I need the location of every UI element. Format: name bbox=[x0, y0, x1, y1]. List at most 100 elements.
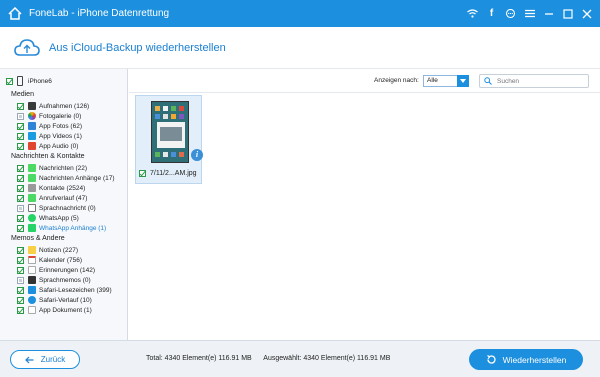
app-photos-icon bbox=[28, 122, 36, 130]
app-audio-icon bbox=[28, 142, 36, 150]
device-checkbox[interactable] bbox=[6, 77, 13, 85]
sidebar-item-safari-verlauf[interactable]: Safari-Verlauf (10) bbox=[0, 295, 127, 305]
group-label-media: Medien bbox=[11, 91, 34, 98]
sidebar-item-whatsapp-anhaenge[interactable]: WhatsApp Anhänge (1) bbox=[0, 223, 127, 233]
file-checkbox[interactable] bbox=[139, 170, 146, 177]
restore-button-label: Wiederherstellen bbox=[502, 354, 567, 365]
chat-icon[interactable] bbox=[503, 6, 518, 21]
checkbox[interactable] bbox=[17, 214, 24, 222]
document-icon bbox=[28, 306, 36, 314]
camera-roll-icon bbox=[28, 102, 36, 110]
restore-button[interactable]: Wiederherstellen bbox=[469, 349, 583, 370]
reminders-icon bbox=[28, 266, 36, 274]
sidebar-item-nachrichten-anhaenge[interactable]: Nachrichten Anhänge (17) bbox=[0, 173, 127, 183]
search-box[interactable] bbox=[479, 74, 589, 88]
back-button-label: Zurück bbox=[40, 355, 66, 364]
total-count: Total: 4340 Element(e) 116.91 MB bbox=[146, 355, 252, 362]
checkbox[interactable] bbox=[17, 246, 24, 254]
app-videos-icon bbox=[28, 132, 36, 140]
checkbox[interactable] bbox=[17, 276, 24, 284]
page-title: Aus iCloud-Backup wiederherstellen bbox=[49, 41, 226, 54]
cloud-icon bbox=[14, 38, 40, 56]
file-name-row: 7/11/2...AM.jpg bbox=[139, 170, 197, 177]
close-icon[interactable] bbox=[579, 6, 594, 21]
sidebar-item-app-dokument[interactable]: App Dokument (1) bbox=[0, 305, 127, 315]
sidebar-item-sprachmemos[interactable]: Sprachmemos (0) bbox=[0, 275, 127, 285]
device-name: iPhone6 bbox=[28, 77, 52, 85]
sidebar-item-aufnahmen[interactable]: Aufnahmen (126) bbox=[0, 101, 127, 111]
checkbox[interactable] bbox=[17, 122, 24, 130]
filter-label: Anzeigen nach: bbox=[374, 77, 419, 84]
checkbox[interactable] bbox=[17, 204, 24, 212]
app-title: FoneLab - iPhone Datenrettung bbox=[29, 8, 170, 19]
menu-icon[interactable] bbox=[522, 6, 537, 21]
sidebar-item-app-audio[interactable]: App Audio (0) bbox=[0, 141, 127, 151]
sidebar-item-erinnerungen[interactable]: Erinnerungen (142) bbox=[0, 265, 127, 275]
checkbox[interactable] bbox=[17, 164, 24, 172]
chevron-down-icon[interactable] bbox=[457, 75, 469, 87]
checkbox[interactable] bbox=[17, 306, 24, 314]
title-bar: FoneLab - iPhone Datenrettung f bbox=[0, 0, 600, 27]
group-label-memos: Memos & Andere bbox=[11, 235, 65, 242]
checkbox[interactable] bbox=[17, 132, 24, 140]
contacts-icon bbox=[28, 184, 36, 192]
calendar-icon bbox=[28, 256, 36, 264]
checkbox[interactable] bbox=[17, 296, 24, 304]
category-sidebar: iPhone6 Medien Aufnahmen (126) Fotogaler… bbox=[0, 69, 128, 340]
sidebar-item-whatsapp[interactable]: WhatsApp (5) bbox=[0, 213, 127, 223]
group-label-messages: Nachrichten & Kontakte bbox=[11, 153, 85, 160]
file-name: 7/11/2...AM.jpg bbox=[150, 170, 197, 177]
checkbox[interactable] bbox=[17, 224, 24, 232]
arrow-left-icon bbox=[24, 356, 34, 363]
iphone-icon bbox=[17, 76, 23, 86]
messages-icon bbox=[28, 164, 36, 172]
filter-bar: Anzeigen nach: Alle bbox=[129, 69, 600, 93]
info-icon[interactable]: i bbox=[191, 149, 203, 161]
selected-count: Ausgewählt: 4340 Element(e) 116.91 MB bbox=[263, 355, 391, 362]
checkbox[interactable] bbox=[17, 194, 24, 202]
sidebar-item-app-fotos[interactable]: App Fotos (62) bbox=[0, 121, 127, 131]
sidebar-item-kontakte[interactable]: Kontakte (2524) bbox=[0, 183, 127, 193]
file-view: Anzeigen nach: Alle i 7/11/2...AM.jpg bbox=[129, 69, 600, 340]
sidebar-item-notizen[interactable]: Notizen (227) bbox=[0, 245, 127, 255]
page-header: Aus iCloud-Backup wiederherstellen bbox=[0, 27, 600, 69]
whatsapp-icon bbox=[28, 214, 36, 222]
notes-icon bbox=[28, 246, 36, 254]
search-input[interactable] bbox=[497, 76, 585, 86]
whatsapp-attachments-icon bbox=[28, 224, 36, 232]
checkbox[interactable] bbox=[17, 266, 24, 274]
sidebar-item-sprachnachricht[interactable]: Sprachnachricht (0) bbox=[0, 203, 127, 213]
checkbox[interactable] bbox=[17, 286, 24, 294]
phone-icon bbox=[28, 194, 36, 202]
sidebar-item-fotogalerie[interactable]: Fotogalerie (0) bbox=[0, 111, 127, 121]
checkbox[interactable] bbox=[17, 174, 24, 182]
footer-bar: Zurück Total: 4340 Element(e) 116.91 MB … bbox=[0, 340, 600, 377]
home-icon[interactable] bbox=[5, 4, 25, 24]
sidebar-item-nachrichten[interactable]: Nachrichten (22) bbox=[0, 163, 127, 173]
sidebar-item-safari-lesezeichen[interactable]: Safari-Lesezeichen (399) bbox=[0, 285, 127, 295]
safari-bookmarks-icon bbox=[28, 286, 36, 294]
safari-history-icon bbox=[28, 296, 36, 304]
maximize-icon[interactable] bbox=[560, 6, 575, 21]
wifi-icon[interactable] bbox=[465, 6, 480, 21]
device-row[interactable]: iPhone6 bbox=[0, 73, 127, 89]
sidebar-item-kalender[interactable]: Kalender (756) bbox=[0, 255, 127, 265]
checkbox[interactable] bbox=[17, 184, 24, 192]
photos-icon bbox=[28, 112, 36, 120]
message-attachments-icon bbox=[28, 174, 36, 182]
back-button[interactable]: Zurück bbox=[10, 350, 80, 369]
minimize-icon[interactable] bbox=[541, 6, 556, 21]
search-icon bbox=[484, 77, 492, 85]
checkbox[interactable] bbox=[17, 256, 24, 264]
restore-icon bbox=[486, 355, 496, 364]
filter-select[interactable]: Alle bbox=[423, 75, 469, 87]
file-thumbnail[interactable]: i 7/11/2...AM.jpg bbox=[135, 95, 203, 184]
sidebar-item-anrufverlauf[interactable]: Anrufverlauf (47) bbox=[0, 193, 127, 203]
checkbox[interactable] bbox=[17, 112, 24, 120]
checkbox[interactable] bbox=[17, 102, 24, 110]
sidebar-item-app-videos[interactable]: App Videos (1) bbox=[0, 131, 127, 141]
checkbox[interactable] bbox=[17, 142, 24, 150]
status-text: Total: 4340 Element(e) 116.91 MB Ausgewä… bbox=[146, 355, 400, 362]
facebook-icon[interactable]: f bbox=[484, 6, 499, 21]
voicemail-icon bbox=[28, 204, 36, 212]
